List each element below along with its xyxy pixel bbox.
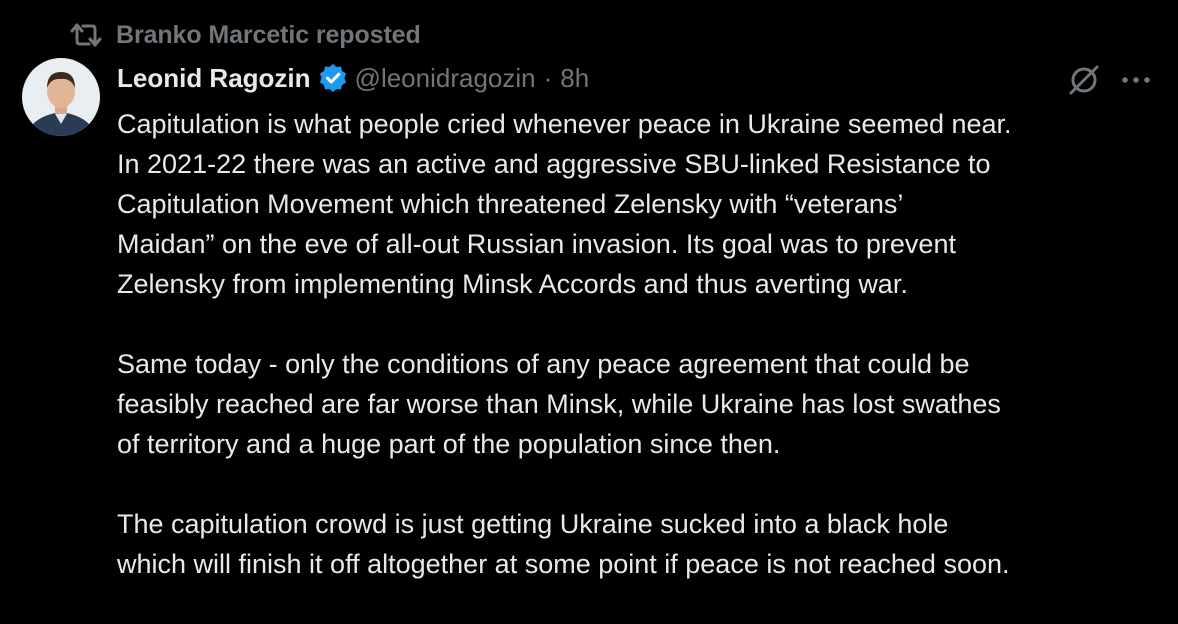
tweet-paragraph-3: The capitulation crowd is just getting U… — [117, 509, 1010, 579]
more-options-icon[interactable] — [1116, 62, 1156, 98]
post-time[interactable]: 8h — [560, 63, 589, 94]
tweet-text: Capitulation is what people cried whenev… — [117, 104, 1167, 624]
tweet-header: Leonid Ragozin @leonidragozin · 8h — [117, 58, 589, 98]
grok-icon[interactable] — [1064, 60, 1104, 100]
author-handle[interactable]: @leonidragozin — [355, 63, 536, 94]
tweet-paragraph-2: Same today - only the conditions of any … — [117, 349, 1001, 459]
repost-label: Branko Marcetic reposted — [116, 20, 421, 49]
tweet-paragraph-1: Capitulation is what people cried whenev… — [117, 109, 1012, 299]
verified-badge-icon[interactable] — [317, 62, 349, 94]
avatar[interactable] — [22, 58, 100, 136]
author-display-name[interactable]: Leonid Ragozin — [117, 63, 311, 94]
separator-dot: · — [543, 62, 553, 93]
repost-context[interactable]: Branko Marcetic reposted — [68, 18, 421, 52]
repost-icon — [68, 20, 104, 50]
